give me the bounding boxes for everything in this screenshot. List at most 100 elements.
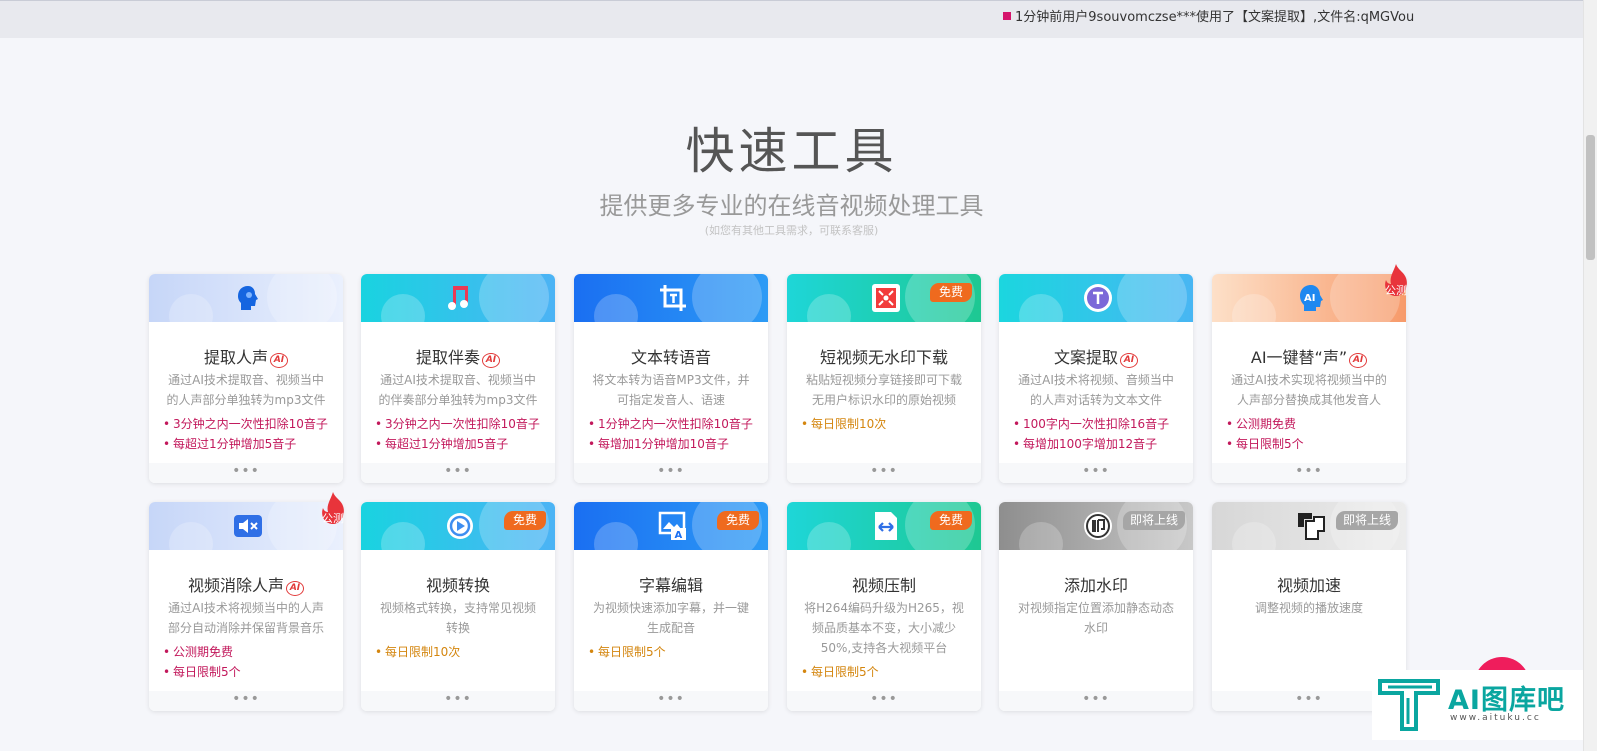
tool-bullets: 3分钟之内一次性扣除10音子 每超过1分钟增加5音子 — [163, 414, 333, 454]
tool-desc: 将H264编码升级为H265，视频品质基本不变，大小减少50%,支持各大视频平台 — [804, 601, 964, 655]
tool-card-ai-voice-replace[interactable]: AI 公测 AI一键替“声” AI 通过AI技术实现将视频当中的人声部分替换成其他… — [1212, 264, 1407, 483]
card-header — [999, 274, 1193, 322]
ai-badge-icon: AI — [482, 353, 500, 368]
convert-icon — [447, 513, 473, 539]
subtitle-image-icon: A — [658, 511, 686, 541]
tool-name: 视频消除人声 — [187, 576, 284, 595]
top-bar: 1分钟前用户9souvomczse***使用了【文案提取】,文件名:qMGVou — [0, 0, 1583, 38]
tool-bullets: 1分钟之内一次性扣除10音子 每增加1分钟增加10音子 — [588, 414, 758, 454]
usage-ticker: 1分钟前用户9souvomczse***使用了【文案提取】,文件名:qMGVou — [1003, 6, 1433, 26]
svg-text:AI: AI — [1304, 293, 1315, 304]
tool-name: 提取伴奏 — [415, 348, 480, 367]
tool-bullets: 每日限制5个 — [801, 662, 971, 682]
ai-badge-icon: AI — [286, 581, 304, 596]
tool-bullets: 公测期免费 每日限制5个 — [1226, 414, 1396, 454]
bullet: 每日限制5个 — [163, 662, 333, 682]
ai-badge-icon: AI — [1120, 353, 1138, 368]
card-header — [574, 274, 768, 322]
tool-name: 文本转语音 — [630, 348, 711, 367]
text-t-icon — [1084, 284, 1112, 312]
beta-flame-badge: 公测 — [1378, 262, 1414, 304]
section-subtitle: 提供更多专业的在线音视频处理工具 — [599, 192, 984, 220]
more-dots-icon[interactable]: ••• — [1212, 463, 1406, 483]
site-logo: AI图库吧 www.aituku.cc — [1372, 670, 1583, 740]
bullet: 每增加100字增加12音子 — [1013, 434, 1183, 454]
tool-name: 提取人声 — [203, 348, 268, 367]
ai-badge-icon: AI — [1349, 353, 1368, 368]
bullet: 每日限制10次 — [375, 642, 545, 662]
free-badge: 免费 — [504, 511, 546, 530]
more-dots-icon[interactable]: ••• — [149, 463, 343, 483]
tool-name: 添加水印 — [1063, 576, 1128, 595]
scrollbar-thumb[interactable] — [1586, 135, 1595, 260]
ai-badge-icon: AI — [270, 353, 288, 368]
tool-desc: 通过AI技术提取音、视频当中的伴奏部分单独转为mp3文件 — [378, 373, 538, 407]
page-scrollbar[interactable] — [1583, 0, 1597, 751]
bullet: 公测期免费 — [1226, 414, 1396, 434]
beta-flame-badge: 公测 — [315, 490, 351, 532]
bullet: 1分钟之内一次性扣除10音子 — [588, 414, 758, 434]
ticker-text: 1分钟前用户9souvomczse***使用了【文案提取】,文件名:qMGVou — [1015, 10, 1415, 25]
tool-card-text-to-speech[interactable]: 文本转语音 将文本转为语音MP3文件，并可指定发音人、语速 1分钟之内一次性扣除… — [574, 274, 768, 483]
bullet: 每增加1分钟增加10音子 — [588, 434, 758, 454]
bullet: 公测期免费 — [163, 642, 333, 662]
tool-name: 短视频无水印下载 — [819, 348, 948, 367]
ticker-square-icon — [1003, 12, 1011, 20]
tool-card-video-convert[interactable]: 免费 视频转换 视频格式转换，支持常见视频转换 每日限制10次 ••• — [361, 502, 555, 711]
tool-card-extract-vocals[interactable]: 提取人声AI 通过AI技术提取音、视频当中的人声部分单独转为mp3文件 3分钟之… — [149, 274, 343, 483]
tool-card-add-watermark[interactable]: 即将上线 添加水印 对视频指定位置添加静态动态水印 ••• — [999, 502, 1193, 711]
head-voice-icon — [238, 286, 258, 310]
more-dots-icon[interactable]: ••• — [361, 691, 555, 711]
more-dots-icon[interactable]: ••• — [787, 691, 981, 711]
more-dots-icon[interactable]: ••• — [999, 463, 1193, 483]
tool-bullets: 每日限制10次 — [375, 642, 545, 662]
tool-desc: 通过AI技术将视频当中的人声部分自动消除并保留背景音乐 — [167, 601, 324, 635]
free-badge: 免费 — [930, 511, 972, 530]
more-dots-icon[interactable]: ••• — [574, 691, 768, 711]
logo-url: www.aituku.cc — [1450, 713, 1541, 723]
logo-text: AI图库吧 — [1448, 685, 1565, 716]
video-download-icon — [872, 284, 900, 312]
more-dots-icon[interactable]: ••• — [361, 463, 555, 483]
card-header — [149, 502, 343, 550]
bullet: 每日限制5个 — [1226, 434, 1396, 454]
tool-card-subtitle-edit[interactable]: A 免费 字幕编辑 为视频快速添加字幕，并一键生成配音 每日限制5个 ••• — [574, 502, 768, 711]
bullet: 3分钟之内一次性扣除10音子 — [375, 414, 545, 434]
tool-card-copy-extraction[interactable]: 文案提取AI 通过AI技术将视频、音频当中的人声对话转为文本文件 100字内一次… — [999, 274, 1193, 483]
tool-card-no-watermark-download[interactable]: 免费 短视频无水印下载 粘贴短视频分享链接即可下载无用户标识水印的原始视频 每日… — [787, 274, 981, 483]
more-dots-icon[interactable]: ••• — [574, 463, 768, 483]
crop-text-icon — [660, 285, 686, 311]
free-badge: 免费 — [930, 283, 972, 302]
tool-name: 文案提取 — [1053, 348, 1118, 367]
bullet: 每日限制5个 — [588, 642, 758, 662]
tool-bullets: 3分钟之内一次性扣除10音子 每超过1分钟增加5音子 — [375, 414, 545, 454]
compress-file-icon — [875, 512, 897, 540]
bullet: 每超过1分钟增加5音子 — [163, 434, 333, 454]
bullet: 100字内一次性扣除16音子 — [1013, 414, 1183, 434]
card-header — [149, 274, 343, 322]
tool-desc: 粘贴短视频分享链接即可下载无用户标识水印的原始视频 — [805, 373, 962, 407]
bullet: 每日限制5个 — [801, 662, 971, 682]
more-dots-icon[interactable]: ••• — [787, 463, 981, 483]
tool-card-extract-accompaniment[interactable]: 提取伴奏AI 通过AI技术提取音、视频当中的伴奏部分单独转为mp3文件 3分钟之… — [361, 274, 555, 483]
coming-soon-badge: 即将上线 — [1336, 511, 1398, 530]
more-dots-icon[interactable]: ••• — [999, 691, 1193, 711]
tool-name: 视频转换 — [425, 576, 490, 595]
tool-bullets: 100字内一次性扣除16音子 每增加100字增加12音子 — [1013, 414, 1183, 454]
tool-card-remove-vocals[interactable]: 公测 视频消除人声 AI 通过AI技术将视频当中的人声部分自动消除并保留背景音乐 … — [149, 492, 344, 711]
card-header — [361, 274, 555, 322]
tool-bullets: 每日限制10次 — [801, 414, 971, 434]
tool-name: 视频压制 — [851, 576, 916, 595]
more-dots-icon[interactable]: ••• — [149, 691, 343, 711]
card-header: AI — [1212, 274, 1406, 322]
tool-bullets: 每日限制5个 — [588, 642, 758, 662]
ai-head-icon: AI — [1300, 285, 1323, 311]
tool-desc: 通过AI技术将视频、音频当中的人声对话转为文本文件 — [1018, 373, 1174, 407]
speed-blocks-icon — [1298, 513, 1325, 540]
bullet: 3分钟之内一次性扣除10音子 — [163, 414, 333, 434]
tool-desc: 通过AI技术实现将视频当中的人声部分替换成其他发音人 — [1231, 373, 1387, 407]
logo-t-icon — [1378, 679, 1440, 731]
tool-desc: 将文本转为语音MP3文件，并可指定发音人、语速 — [592, 373, 750, 407]
tool-card-video-compress[interactable]: 免费 视频压制 将H264编码升级为H265，视频品质基本不变，大小减少50%,… — [787, 502, 981, 711]
tool-name: AI一键替“声” — [1250, 348, 1348, 367]
